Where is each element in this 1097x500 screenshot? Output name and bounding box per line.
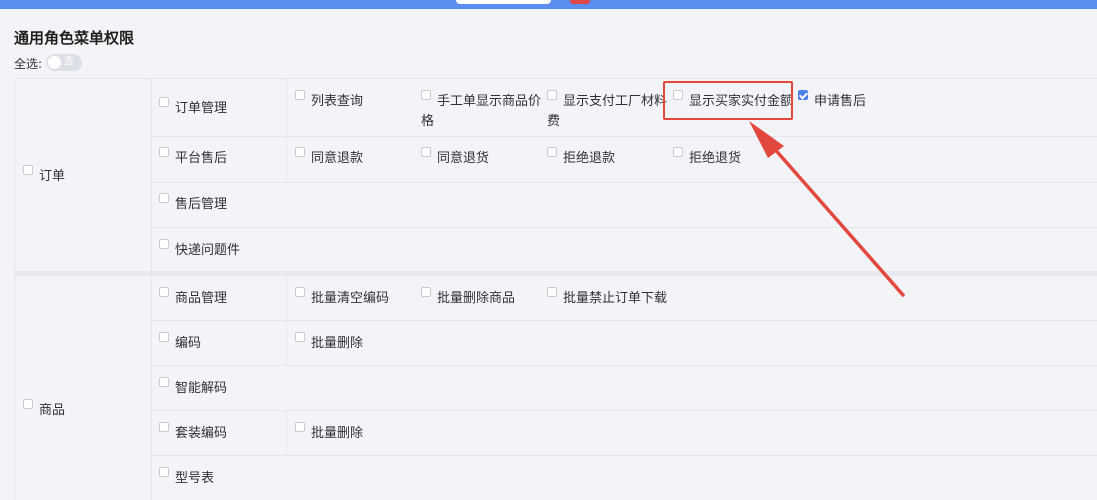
arrow-shaft (763, 136, 905, 297)
annotation-arrow-icon (749, 121, 905, 297)
